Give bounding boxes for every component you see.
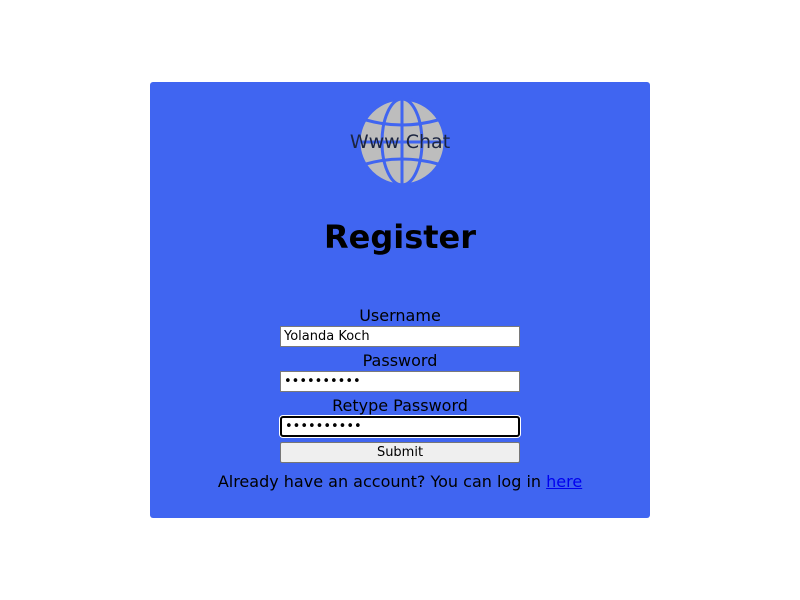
submit-button[interactable]: Submit — [280, 442, 520, 463]
login-link[interactable]: here — [546, 472, 582, 491]
logo-text: Www Chat — [349, 131, 451, 153]
username-label: Username — [359, 306, 441, 325]
password-input[interactable] — [280, 371, 520, 392]
retype-password-input[interactable] — [280, 416, 520, 437]
retype-password-label: Retype Password — [332, 396, 468, 415]
register-card: Www Chat Register Username Password Rety… — [150, 82, 650, 518]
login-prompt: Already have an account? You can log in … — [150, 472, 650, 492]
page-title: Register — [323, 218, 477, 256]
username-input[interactable] — [280, 326, 520, 347]
password-label: Password — [362, 351, 438, 370]
login-prompt-text: Already have an account? You can log in — [217, 472, 547, 491]
